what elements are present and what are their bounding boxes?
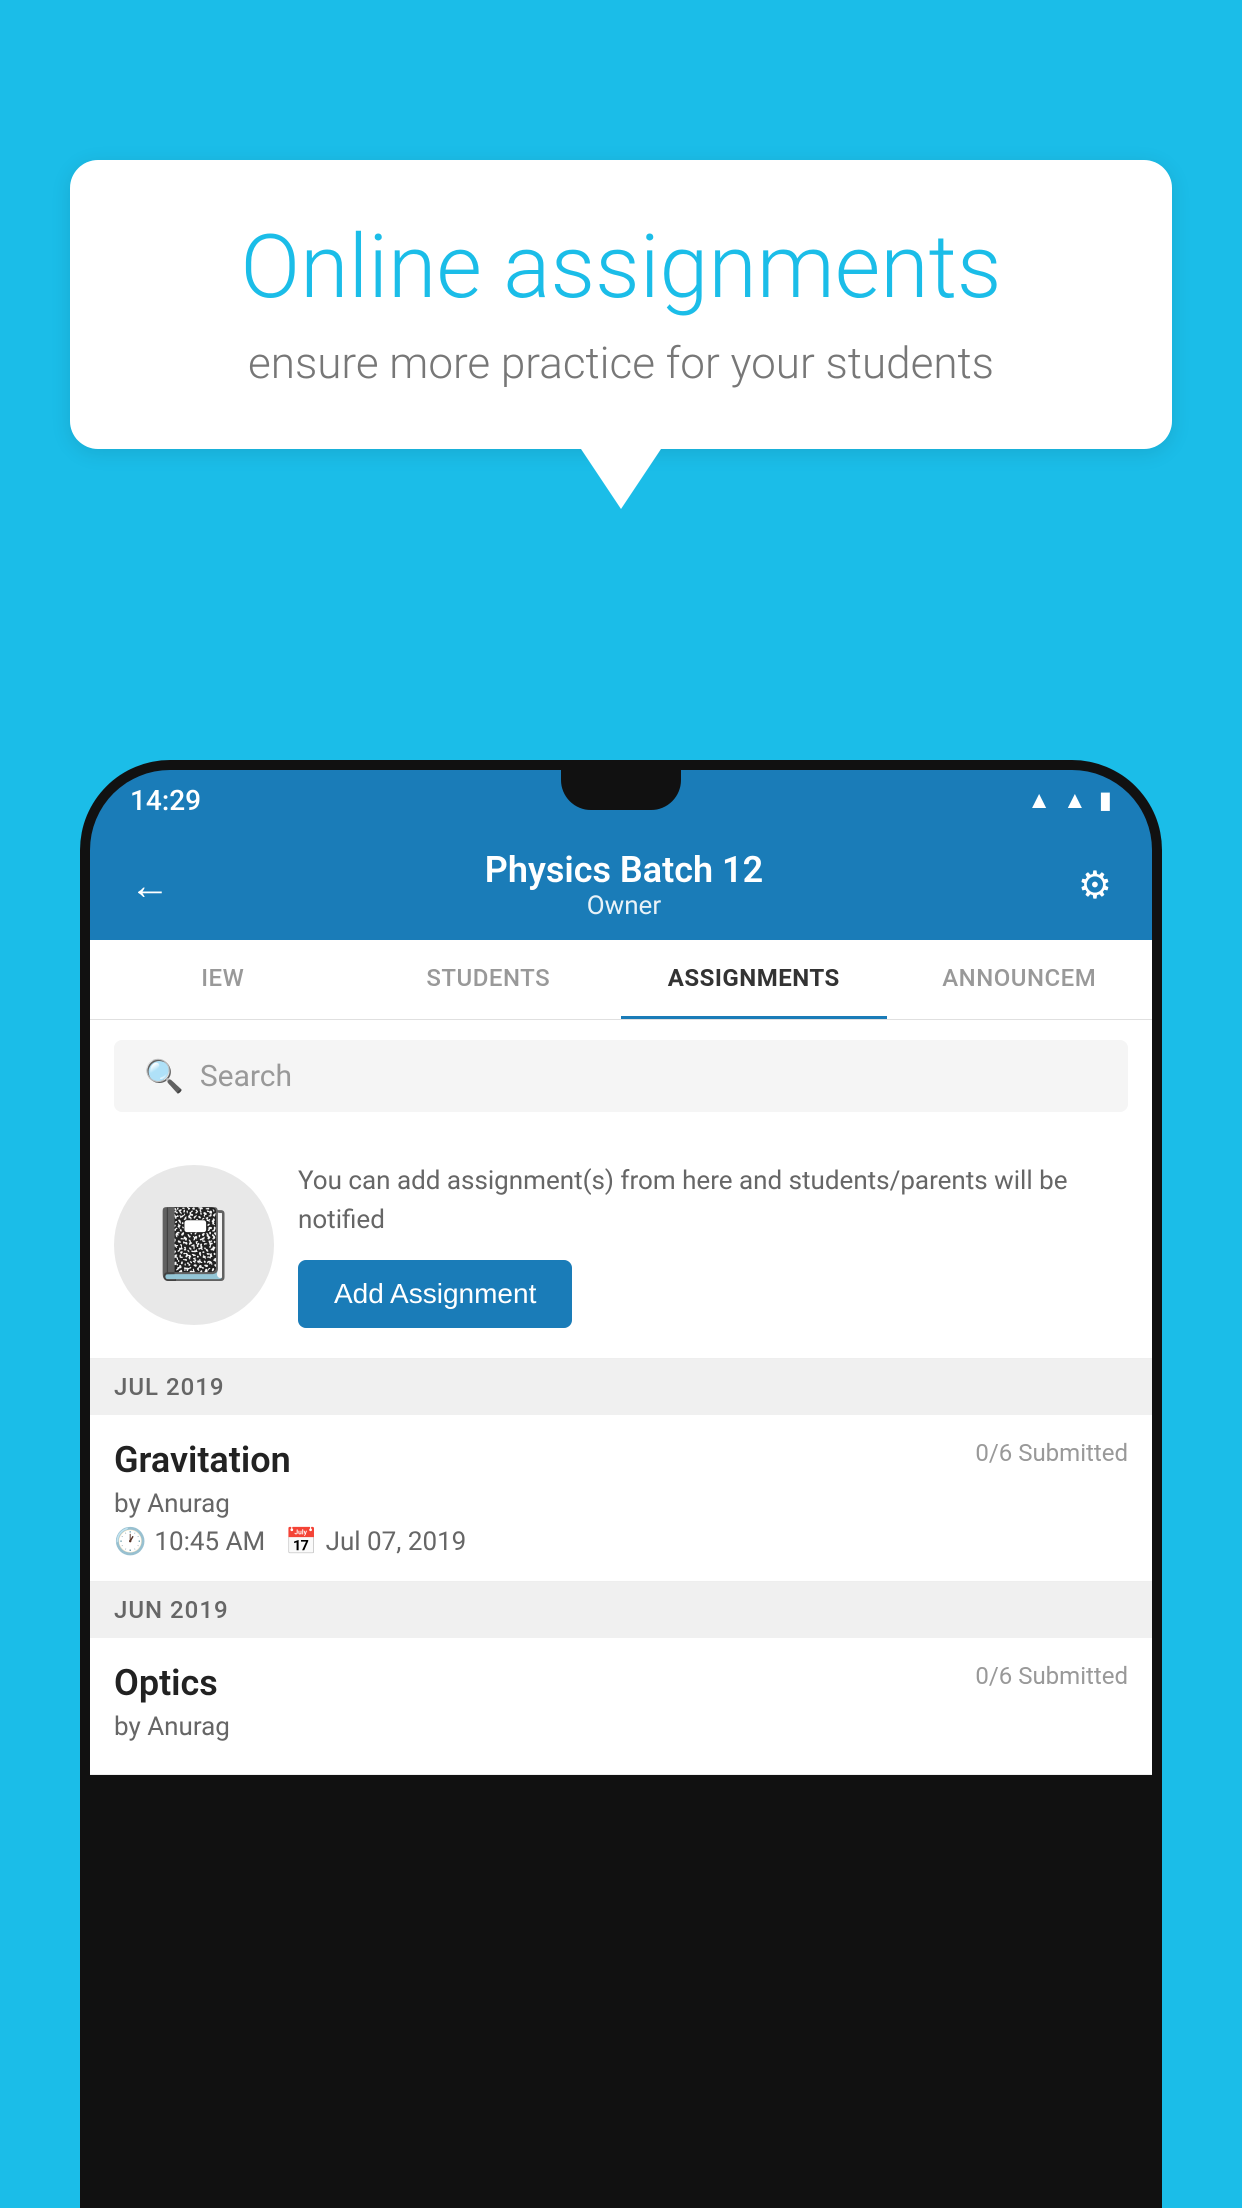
section-header-jul: JUL 2019 (90, 1359, 1152, 1415)
promo-section: 📓 You can add assignment(s) from here an… (90, 1132, 1152, 1359)
calendar-icon: 📅 (285, 1527, 317, 1557)
assignment-item-gravitation[interactable]: Gravitation 0/6 Submitted by Anurag 🕐 10… (90, 1415, 1152, 1582)
assignment-row-top-optics: Optics 0/6 Submitted (114, 1662, 1128, 1704)
promo-description: You can add assignment(s) from here and … (298, 1162, 1128, 1240)
tab-students[interactable]: STUDENTS (356, 940, 622, 1019)
assignment-name-optics: Optics (114, 1662, 218, 1704)
search-bar: 🔍 Search (90, 1020, 1152, 1132)
app-bar: ← Physics Batch 12 Owner ⚙ (90, 830, 1152, 940)
screen-content: 🔍 Search 📓 You can add assignment(s) fro… (90, 1020, 1152, 1775)
speech-bubble-title: Online assignments (140, 220, 1102, 317)
assignment-row-top: Gravitation 0/6 Submitted (114, 1439, 1128, 1481)
app-bar-title-container: Physics Batch 12 Owner (180, 849, 1068, 921)
clock-icon: 🕐 (114, 1527, 146, 1557)
assignment-meta-gravitation: by Anurag (114, 1489, 1128, 1519)
assignment-meta-optics: by Anurag (114, 1712, 1128, 1742)
assignment-item-optics[interactable]: Optics 0/6 Submitted by Anurag (90, 1638, 1152, 1775)
status-icons: ▲ ▲ ▮ (1027, 786, 1112, 815)
assignment-time-date-gravitation: 🕐 10:45 AM 📅 Jul 07, 2019 (114, 1527, 1128, 1557)
speech-bubble-arrow (581, 449, 661, 509)
signal-icon: ▲ (1063, 786, 1087, 815)
notebook-icon: 📓 (150, 1204, 237, 1286)
status-bar: 14:29 ▲ ▲ ▮ (90, 770, 1152, 830)
back-button[interactable]: ← (120, 852, 180, 919)
assignment-submitted-optics: 0/6 Submitted (975, 1662, 1128, 1690)
assignment-submitted-gravitation: 0/6 Submitted (975, 1439, 1128, 1467)
phone-frame: 14:29 ▲ ▲ ▮ ← Physics Batch 12 Owner ⚙ I… (80, 760, 1162, 2208)
section-label-jun: JUN 2019 (114, 1596, 229, 1624)
assignment-date-value: Jul 07, 2019 (326, 1527, 467, 1557)
assignment-name-gravitation: Gravitation (114, 1439, 291, 1481)
add-assignment-button[interactable]: Add Assignment (298, 1260, 572, 1328)
wifi-icon: ▲ (1027, 786, 1051, 815)
app-bar-subtitle: Owner (180, 891, 1068, 921)
speech-bubble-container: Online assignments ensure more practice … (70, 160, 1172, 509)
notch (561, 770, 681, 810)
search-icon: 🔍 (144, 1057, 184, 1095)
search-input[interactable]: 🔍 Search (114, 1040, 1128, 1112)
phone-inner: 14:29 ▲ ▲ ▮ ← Physics Batch 12 Owner ⚙ I… (90, 770, 1152, 2208)
settings-button[interactable]: ⚙ (1068, 853, 1122, 918)
search-placeholder-text: Search (200, 1059, 292, 1094)
status-time: 14:29 (130, 784, 201, 817)
assignment-time-value: 10:45 AM (154, 1527, 265, 1557)
promo-text-area: You can add assignment(s) from here and … (298, 1162, 1128, 1328)
tabs-bar: IEW STUDENTS ASSIGNMENTS ANNOUNCEM (90, 940, 1152, 1020)
tab-iew[interactable]: IEW (90, 940, 356, 1019)
speech-bubble: Online assignments ensure more practice … (70, 160, 1172, 449)
app-bar-title: Physics Batch 12 (180, 849, 1068, 891)
promo-icon-circle: 📓 (114, 1165, 274, 1325)
tab-announcements[interactable]: ANNOUNCEM (887, 940, 1153, 1019)
section-header-jun: JUN 2019 (90, 1582, 1152, 1638)
assignment-date: 📅 Jul 07, 2019 (285, 1527, 466, 1557)
section-label-jul: JUL 2019 (114, 1373, 225, 1401)
speech-bubble-subtitle: ensure more practice for your students (140, 337, 1102, 389)
battery-icon: ▮ (1099, 786, 1112, 814)
tab-assignments[interactable]: ASSIGNMENTS (621, 940, 887, 1019)
assignment-time: 🕐 10:45 AM (114, 1527, 265, 1557)
